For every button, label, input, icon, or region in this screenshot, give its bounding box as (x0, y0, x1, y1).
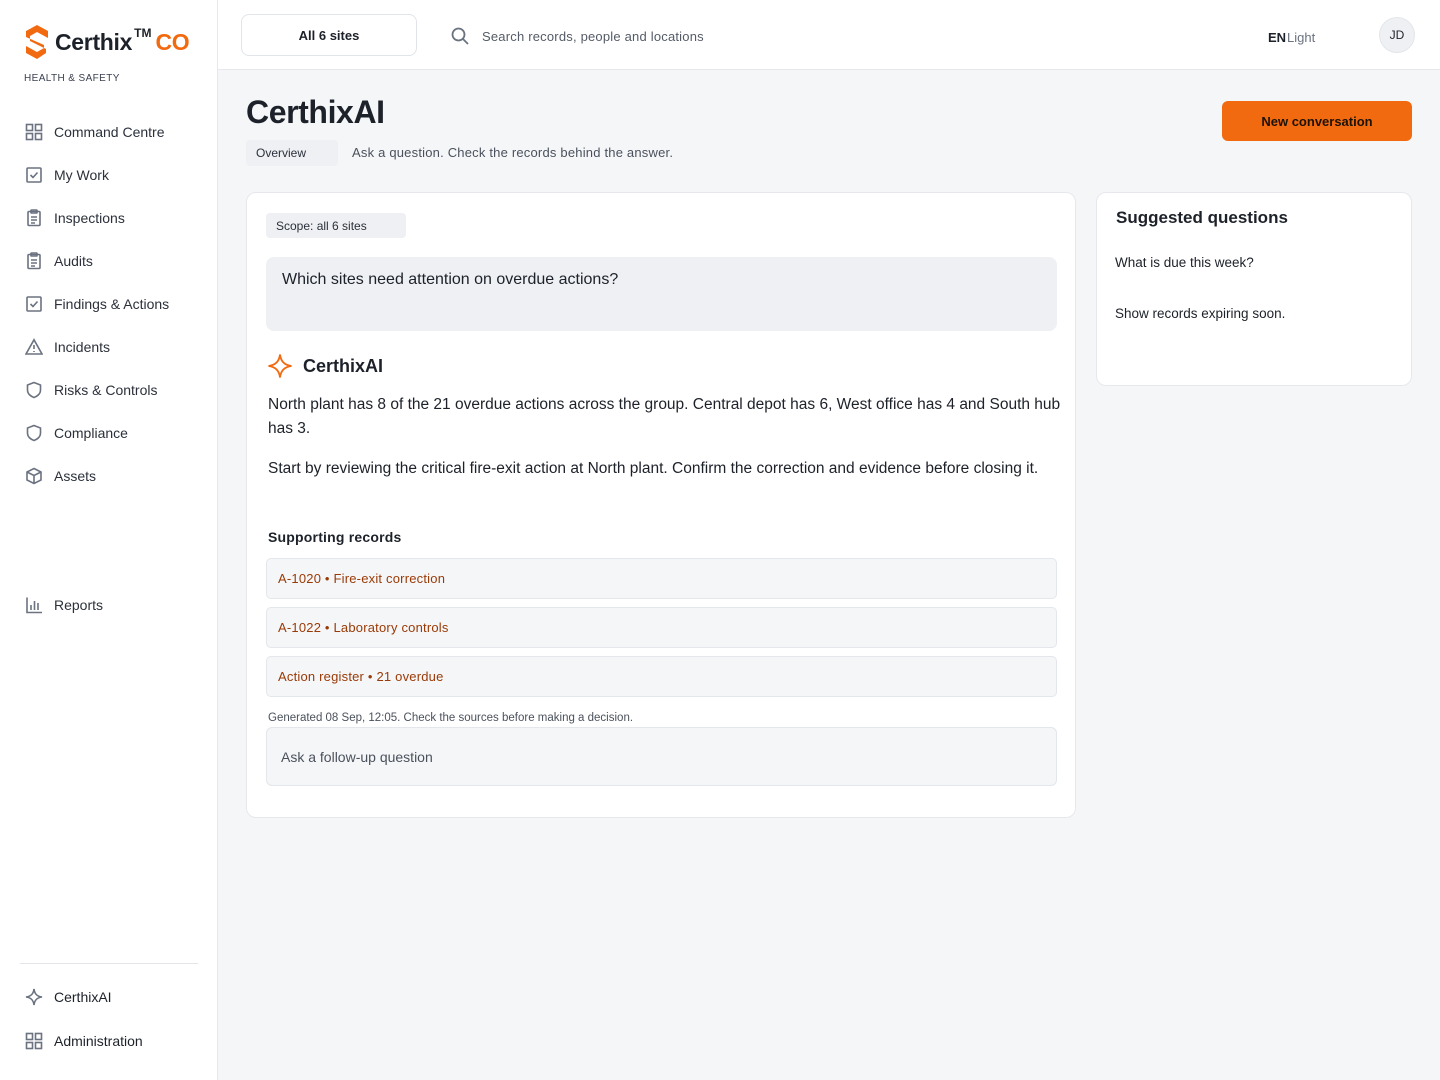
brand-name: Certhix (55, 28, 133, 55)
sidebar-reports-section: Reports (24, 583, 204, 626)
brand-subtitle: HEALTH & SAFETY (24, 73, 120, 84)
scope-badge: Scope: all 6 sites (266, 213, 406, 238)
assistant-header: CerthixAI (267, 353, 383, 379)
sidebar-bottom-nav: CerthixAI Administration (24, 975, 204, 1063)
brand-trademark: TM (134, 26, 152, 40)
sidebar-item-audits[interactable]: Audits (24, 239, 204, 282)
search-icon (451, 27, 469, 45)
sidebar-divider (20, 963, 198, 964)
sidebar-item-label: Compliance (54, 424, 128, 441)
sidebar-item-label: Command Centre (54, 123, 165, 140)
checkbox-icon (24, 165, 44, 185)
sidebar-item-reports[interactable]: Reports (24, 583, 204, 626)
shield-icon (24, 423, 44, 443)
clipboard-icon (24, 251, 44, 271)
sidebar-nav: Command Centre My Work Inspections Audit… (24, 110, 204, 497)
sidebar-item-risks-controls[interactable]: Risks & Controls (24, 368, 204, 411)
user-question: Which sites need attention on overdue ac… (266, 257, 1057, 331)
shield-icon (24, 380, 44, 400)
brand-suffix: CO (155, 28, 190, 55)
page-title: CerthixAI (246, 94, 385, 130)
assistant-answer: North plant has 8 of the 21 overdue acti… (268, 393, 1070, 498)
sidebar-item-compliance[interactable]: Compliance (24, 411, 204, 454)
sidebar-item-incidents[interactable]: Incidents (24, 325, 204, 368)
suggested-questions-panel: Suggested questions What is due this wee… (1096, 192, 1412, 386)
supporting-records-title: Supporting records (268, 529, 402, 545)
sidebar-item-label: Findings & Actions (54, 295, 170, 312)
sidebar-item-label: Reports (54, 596, 104, 613)
suggested-question[interactable]: Show records expiring soon. (1115, 306, 1285, 321)
brand-logo[interactable]: Certhix TM CO (24, 24, 190, 60)
assistant-name: CerthixAI (303, 355, 384, 376)
language-selector[interactable]: EN (1268, 30, 1286, 45)
sidebar-item-inspections[interactable]: Inspections (24, 196, 204, 239)
sidebar-item-label: Risks & Controls (54, 381, 158, 398)
search-bar (450, 22, 950, 50)
sidebar-item-label: CerthixAI (54, 989, 112, 1005)
warning-icon (24, 337, 44, 357)
tab-overview[interactable]: Overview (246, 140, 338, 166)
sidebar-item-command-centre[interactable]: Command Centre (24, 110, 204, 153)
sidebar-item-assets[interactable]: Assets (24, 454, 204, 497)
conversation-panel: Scope: all 6 sites Which sites need atte… (246, 192, 1076, 818)
cube-icon (24, 466, 44, 486)
answer-paragraph: Start by reviewing the critical fire-exi… (268, 460, 1039, 477)
sidebar-item-label: Audits (54, 252, 93, 269)
supporting-record-link[interactable]: A-1022 • Laboratory controls (266, 607, 1057, 648)
sidebar-item-label: My Work (54, 166, 109, 183)
sidebar: Certhix TM CO HEALTH & SAFETY Command Ce… (0, 0, 218, 1080)
suggested-questions-title: Suggested questions (1116, 208, 1288, 227)
supporting-record-link[interactable]: Action register • 21 overdue (266, 656, 1057, 697)
theme-toggle[interactable]: Light (1287, 30, 1315, 45)
avatar[interactable]: JD (1379, 17, 1415, 53)
answer-paragraph: North plant has 8 of the 21 overdue acti… (268, 396, 1061, 437)
generated-note: Generated 08 Sep, 12:05. Check the sourc… (268, 712, 634, 724)
site-selector[interactable]: All 6 sites (241, 14, 417, 56)
grid-icon (24, 122, 44, 142)
sidebar-item-label: Assets (54, 467, 97, 484)
checkbox-icon (24, 294, 44, 314)
certhix-logo-icon (26, 25, 48, 59)
sparkle-icon (268, 354, 292, 378)
supporting-record-link[interactable]: A-1020 • Fire-exit correction (266, 558, 1057, 599)
clipboard-icon (24, 208, 44, 228)
search-input[interactable] (482, 28, 902, 44)
sidebar-item-label: Inspections (54, 209, 125, 226)
sidebar-item-label: Administration (54, 1033, 143, 1049)
page-subtitle: Ask a question. Check the records behind… (352, 145, 674, 160)
bar-chart-icon (24, 595, 44, 615)
follow-up-input[interactable] (266, 727, 1057, 786)
topbar: All 6 sites EN Light JD (218, 0, 1440, 70)
sparkle-icon (24, 987, 44, 1007)
suggested-question[interactable]: What is due this week? (1115, 255, 1254, 270)
grid-icon (24, 1031, 44, 1051)
new-conversation-button[interactable]: New conversation (1222, 101, 1412, 141)
sidebar-item-certhixai[interactable]: CerthixAI (24, 975, 204, 1019)
sidebar-item-my-work[interactable]: My Work (24, 153, 204, 196)
sidebar-item-findings-actions[interactable]: Findings & Actions (24, 282, 204, 325)
sidebar-item-label: Incidents (54, 338, 111, 355)
sidebar-item-administration[interactable]: Administration (24, 1019, 204, 1063)
